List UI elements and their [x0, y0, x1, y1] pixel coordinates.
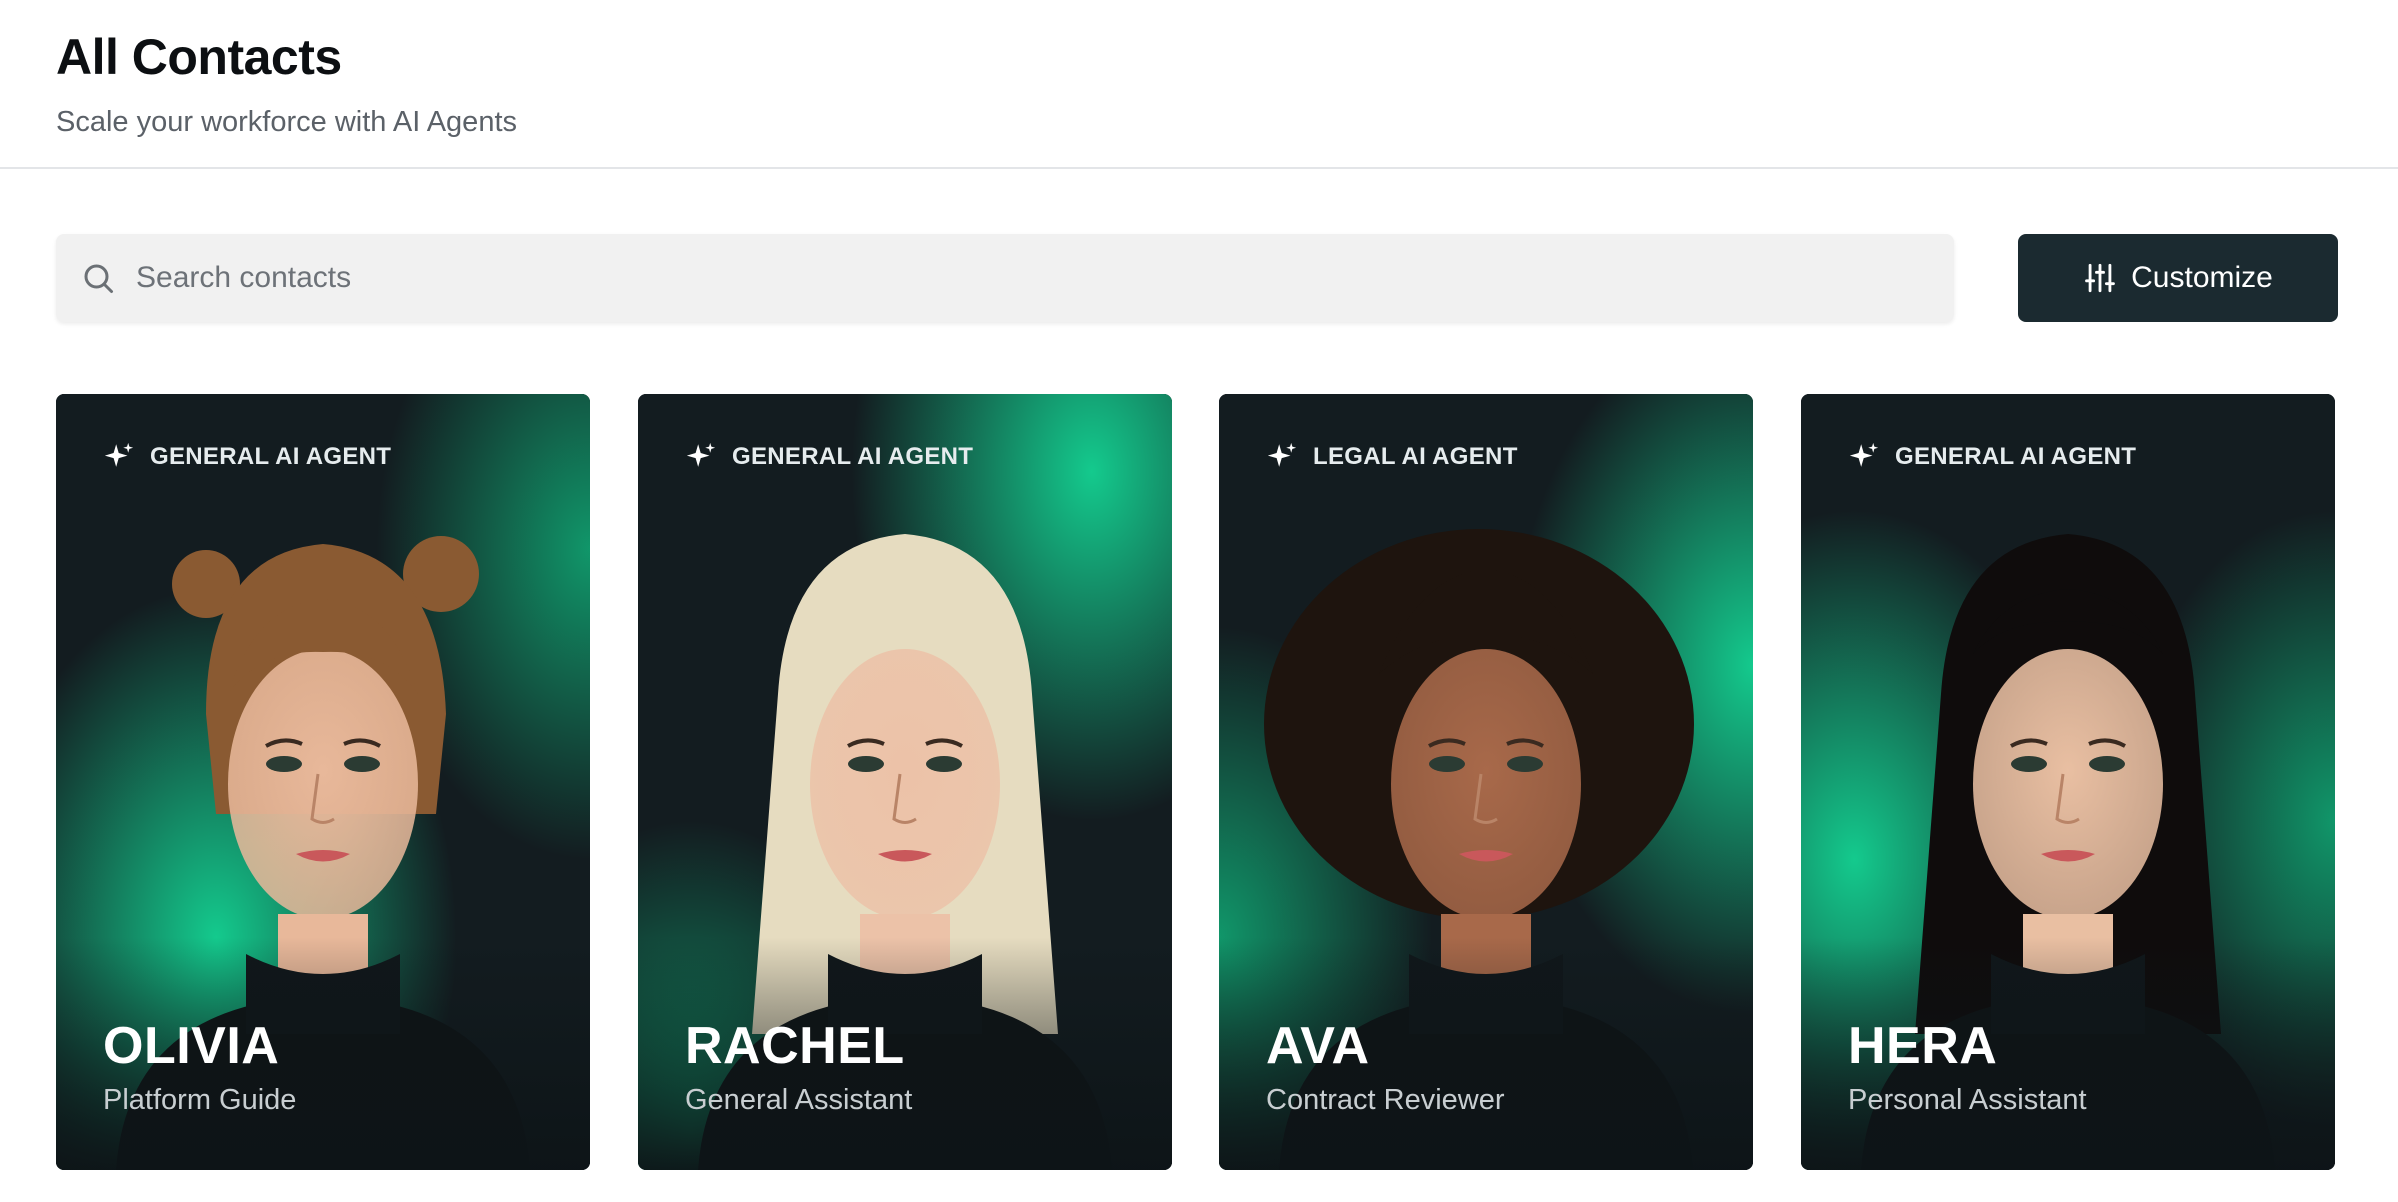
agent-type-label: GENERAL AI AGENT [732, 443, 974, 470]
agent-name: OLIVIA [103, 1017, 280, 1075]
contact-card-ava[interactable]: LEGAL AI AGENT AVA Contract Reviewer [1219, 394, 1753, 1170]
agent-type-badge: GENERAL AI AGENT [1847, 440, 2136, 474]
agent-role: Contract Reviewer [1266, 1084, 1505, 1116]
search-bar[interactable] [56, 234, 1954, 322]
contact-card-hera[interactable]: GENERAL AI AGENT HERA Personal Assistant [1801, 394, 2335, 1170]
search-input[interactable] [136, 234, 1916, 322]
agent-type-badge: LEGAL AI AGENT [1265, 440, 1518, 474]
customize-label: Customize [2131, 261, 2273, 294]
agent-type-badge: GENERAL AI AGENT [684, 440, 973, 474]
page-title: All Contacts [56, 29, 342, 85]
contact-card-olivia[interactable]: GENERAL AI AGENT OLIVIA Platform Guide [56, 394, 590, 1170]
agent-type-label: GENERAL AI AGENT [1895, 443, 2137, 470]
page-header: All Contacts Scale your workforce with A… [0, 0, 2398, 169]
sparkle-icon [104, 442, 134, 467]
agent-role: Personal Assistant [1848, 1084, 2087, 1116]
contact-card-rachel[interactable]: GENERAL AI AGENT RACHEL General Assistan… [638, 394, 1172, 1170]
agent-role: Platform Guide [103, 1084, 297, 1116]
agent-type-label: GENERAL AI AGENT [150, 443, 392, 470]
sparkle-icon [1267, 442, 1297, 467]
sparkle-icon [686, 442, 716, 467]
agent-type-badge: GENERAL AI AGENT [102, 440, 391, 474]
sparkle-icon [1849, 442, 1879, 467]
search-icon [84, 264, 113, 293]
sliders-icon [2085, 263, 2116, 293]
agent-name: RACHEL [685, 1017, 905, 1075]
page-subtitle: Scale your workforce with AI Agents [56, 106, 517, 138]
agent-name: AVA [1266, 1017, 1370, 1075]
customize-button[interactable]: Customize [2018, 234, 2338, 322]
agent-type-label: LEGAL AI AGENT [1313, 443, 1518, 470]
agent-role: General Assistant [685, 1084, 913, 1116]
agent-name: HERA [1848, 1017, 1998, 1075]
